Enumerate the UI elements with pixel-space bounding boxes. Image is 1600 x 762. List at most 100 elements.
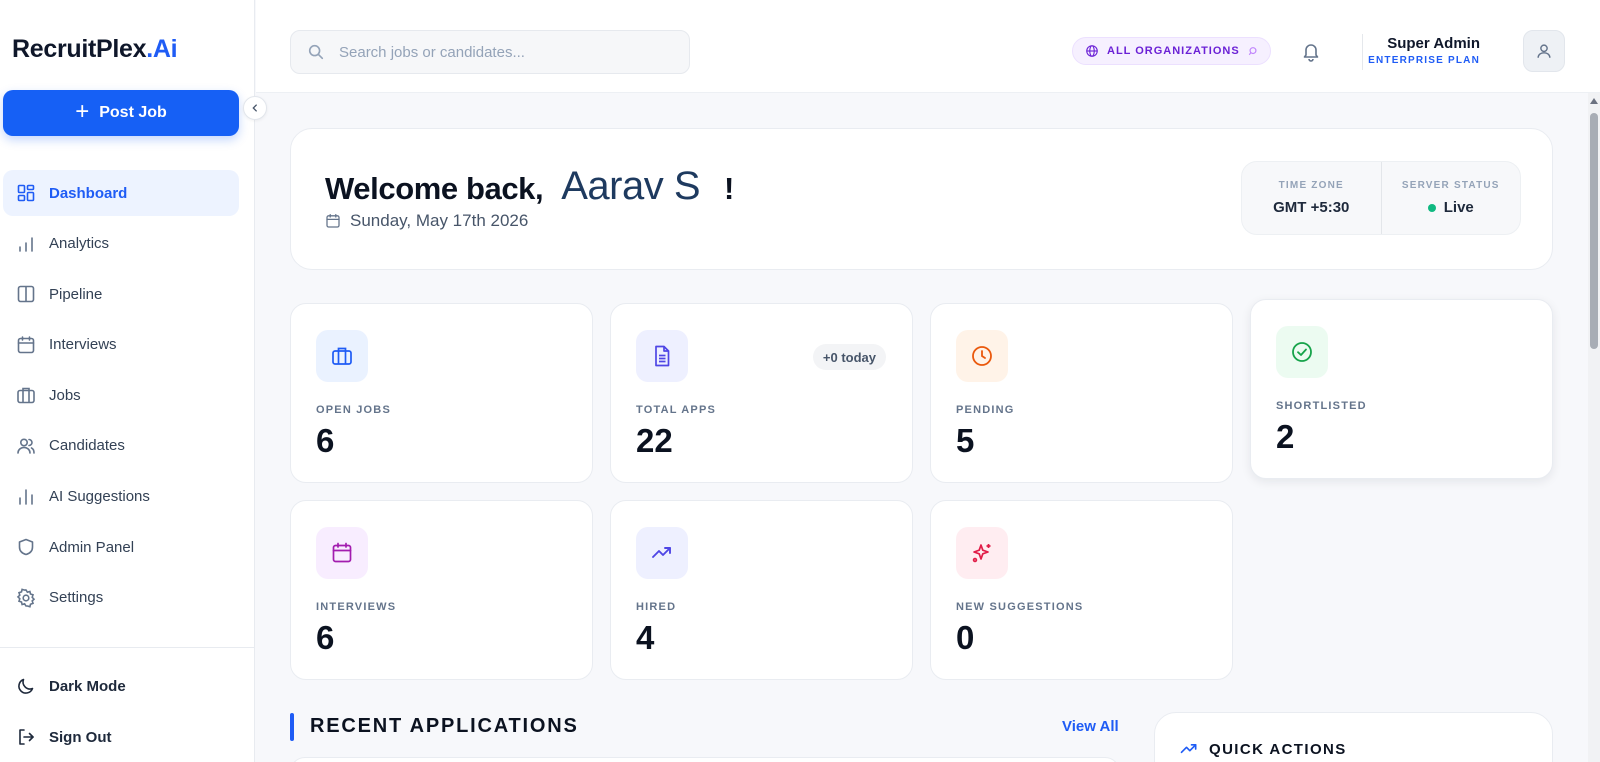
briefcase-icon <box>16 385 36 405</box>
live-indicator-dot <box>1427 203 1436 212</box>
post-job-button[interactable]: + Post Job <box>3 90 239 136</box>
server-status-value: Live <box>1427 199 1474 216</box>
view-all-link[interactable]: View All <box>1062 718 1119 735</box>
section-accent-bar <box>290 713 294 741</box>
welcome-heading: Welcome back, Aarav S ! <box>325 164 734 209</box>
post-job-label: Post Job <box>99 104 167 121</box>
recent-applications-card <box>290 757 1120 762</box>
sidebar-item-ai-suggestions[interactable]: AI Suggestions <box>3 474 239 520</box>
calendar-icon <box>16 335 36 355</box>
sidebar-item-pipeline[interactable]: Pipeline <box>3 271 239 317</box>
quick-actions-heading: QUICK ACTIONS <box>1179 739 1347 759</box>
user-avatar[interactable] <box>1523 30 1565 72</box>
welcome-user-name: Aarav S <box>561 164 701 208</box>
scrollbar-thumb[interactable] <box>1590 113 1598 349</box>
plus-icon: + <box>75 98 90 125</box>
timezone-block: TIME ZONE GMT +5:30 <box>1242 162 1381 234</box>
welcome-exclaim: ! <box>724 171 735 206</box>
sidebar-item-settings[interactable]: Settings <box>3 575 239 621</box>
stat-card-shortlisted[interactable]: SHORTLISTED 2 <box>1250 299 1553 479</box>
briefcase-icon <box>316 330 368 382</box>
stat-label: HIRED <box>636 601 677 613</box>
stat-card-total-apps[interactable]: +0 today TOTAL APPS 22 <box>610 303 913 483</box>
server-status-label: SERVER STATUS <box>1401 180 1500 191</box>
sidebar-item-dashboard[interactable]: Dashboard <box>3 170 239 216</box>
stat-value: 6 <box>316 619 335 656</box>
sparkles-icon <box>956 527 1008 579</box>
scroll-up-arrow[interactable] <box>1590 98 1598 104</box>
stat-card-interviews[interactable]: INTERVIEWS 6 <box>290 500 593 680</box>
trending-up-icon <box>1180 744 1197 754</box>
welcome-greeting: Welcome back, <box>325 171 544 206</box>
timezone-value: GMT +5:30 <box>1273 199 1350 216</box>
stat-card-open-jobs[interactable]: OPEN JOBS 6 <box>290 303 593 483</box>
sidebar-item-label: AI Suggestions <box>49 488 150 506</box>
notifications-bell-icon[interactable] <box>1300 40 1322 62</box>
sidebar-divider <box>0 647 255 648</box>
user-name: Super Admin <box>1387 35 1480 52</box>
server-info-panel: TIME ZONE GMT +5:30 SERVER STATUS Live <box>1241 161 1521 235</box>
search-input[interactable] <box>339 43 669 61</box>
stat-value: 4 <box>636 619 655 656</box>
stat-label: SHORTLISTED <box>1276 400 1367 412</box>
organization-label: ALL ORGANIZATIONS <box>1107 45 1240 57</box>
search-bar <box>290 30 690 74</box>
sidebar-item-admin-panel[interactable]: Admin Panel <box>3 524 239 570</box>
stat-card-new-suggestions[interactable]: NEW SUGGESTIONS 0 <box>930 500 1233 680</box>
top-header: ALL ORGANIZATIONS Super Admin ENTERPRISE… <box>256 0 1600 93</box>
recent-applications-title: RECENT APPLICATIONS <box>310 715 579 737</box>
bar-chart-icon <box>16 487 36 507</box>
check-circle-icon <box>1276 326 1328 378</box>
users-icon <box>16 436 36 456</box>
sidebar-item-jobs[interactable]: Jobs <box>3 372 239 418</box>
sidebar-nav: Dashboard Analytics Pipeline Interviews … <box>3 170 239 625</box>
stat-card-pending[interactable]: PENDING 5 <box>930 303 1233 483</box>
search-small-icon <box>1248 47 1257 56</box>
brand-suffix: .Ai <box>146 35 178 63</box>
analytics-icon <box>16 234 36 254</box>
sidebar-item-label: Jobs <box>49 386 81 404</box>
welcome-date: Sunday, May 17th 2026 <box>325 211 528 231</box>
sidebar-item-label: Analytics <box>49 235 110 253</box>
server-status-block: SERVER STATUS Live <box>1380 162 1521 234</box>
stat-label: TOTAL APPS <box>636 404 717 416</box>
globe-icon <box>1086 45 1098 57</box>
stat-value: 0 <box>956 619 975 656</box>
quick-actions-title: QUICK ACTIONS <box>1209 740 1347 758</box>
date-text: Sunday, May 17th 2026 <box>350 211 529 230</box>
shield-icon <box>16 537 36 557</box>
brand-logo[interactable]: RecruitPlex.Ai <box>12 35 178 64</box>
sidebar-item-label: Dashboard <box>49 184 128 202</box>
server-status-text: Live <box>1443 199 1474 216</box>
stat-card-hired[interactable]: HIRED 4 <box>610 500 913 680</box>
calendar-icon <box>326 213 340 228</box>
stat-value: 22 <box>636 422 673 459</box>
brand-name: RecruitPlex <box>12 35 147 63</box>
sidebar-item-label: Interviews <box>49 336 117 354</box>
sign-out-label: Sign Out <box>49 728 112 746</box>
calendar-icon <box>316 527 368 579</box>
dashboard-icon <box>16 183 36 203</box>
sidebar-item-candidates[interactable]: Candidates <box>3 423 239 469</box>
dark-mode-toggle[interactable]: Dark Mode <box>16 676 126 696</box>
stat-value: 2 <box>1276 418 1295 455</box>
sidebar-item-analytics[interactable]: Analytics <box>3 221 239 267</box>
quick-actions-card: QUICK ACTIONS <box>1154 712 1553 762</box>
organization-selector[interactable]: ALL ORGANIZATIONS <box>1072 37 1271 65</box>
dark-mode-label: Dark Mode <box>49 677 126 695</box>
stat-label: INTERVIEWS <box>316 601 397 613</box>
header-divider <box>1362 34 1363 70</box>
sidebar-collapse-button[interactable] <box>243 96 267 120</box>
welcome-card: Welcome back, Aarav S ! Sunday, May 17th… <box>290 128 1553 270</box>
stat-label: NEW SUGGESTIONS <box>956 601 1084 613</box>
sidebar-item-interviews[interactable]: Interviews <box>3 322 239 368</box>
trending-up-icon <box>636 527 688 579</box>
sign-out-icon <box>16 727 36 747</box>
sign-out-button[interactable]: Sign Out <box>16 727 112 747</box>
sidebar: RecruitPlex.Ai + Post Job Dashboard Anal… <box>0 0 255 762</box>
sidebar-item-label: Admin Panel <box>49 538 135 556</box>
moon-icon <box>16 676 36 696</box>
stat-label: PENDING <box>956 404 1015 416</box>
sidebar-item-label: Candidates <box>49 437 125 455</box>
chevron-left-icon <box>252 104 257 112</box>
